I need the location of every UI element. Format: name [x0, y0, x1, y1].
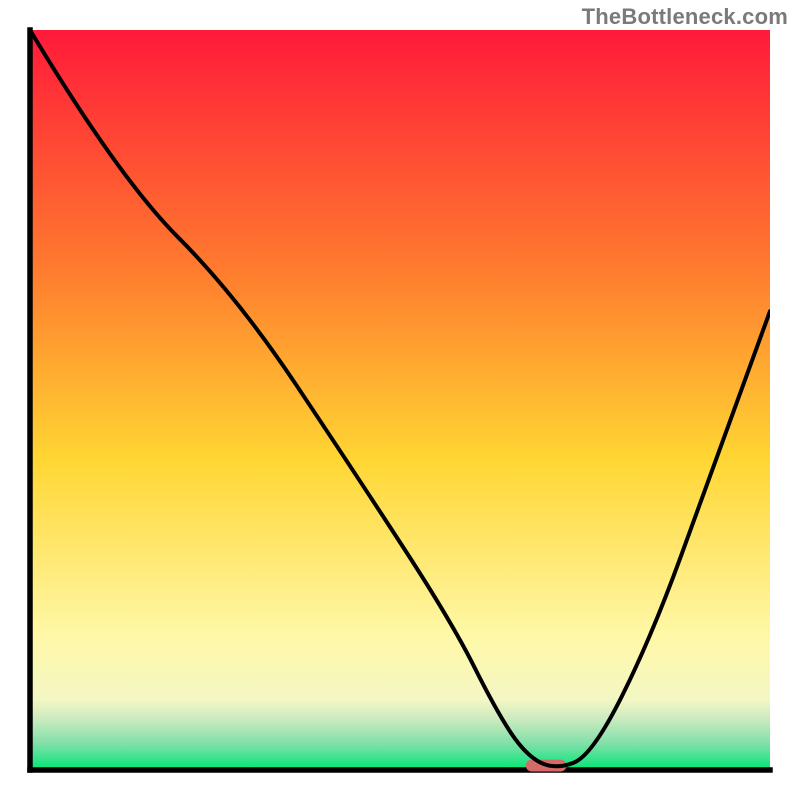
chart-container: TheBottleneck.com — [0, 0, 800, 800]
plot-background — [30, 30, 770, 770]
chart-canvas — [0, 0, 800, 800]
watermark-text: TheBottleneck.com — [582, 4, 788, 30]
